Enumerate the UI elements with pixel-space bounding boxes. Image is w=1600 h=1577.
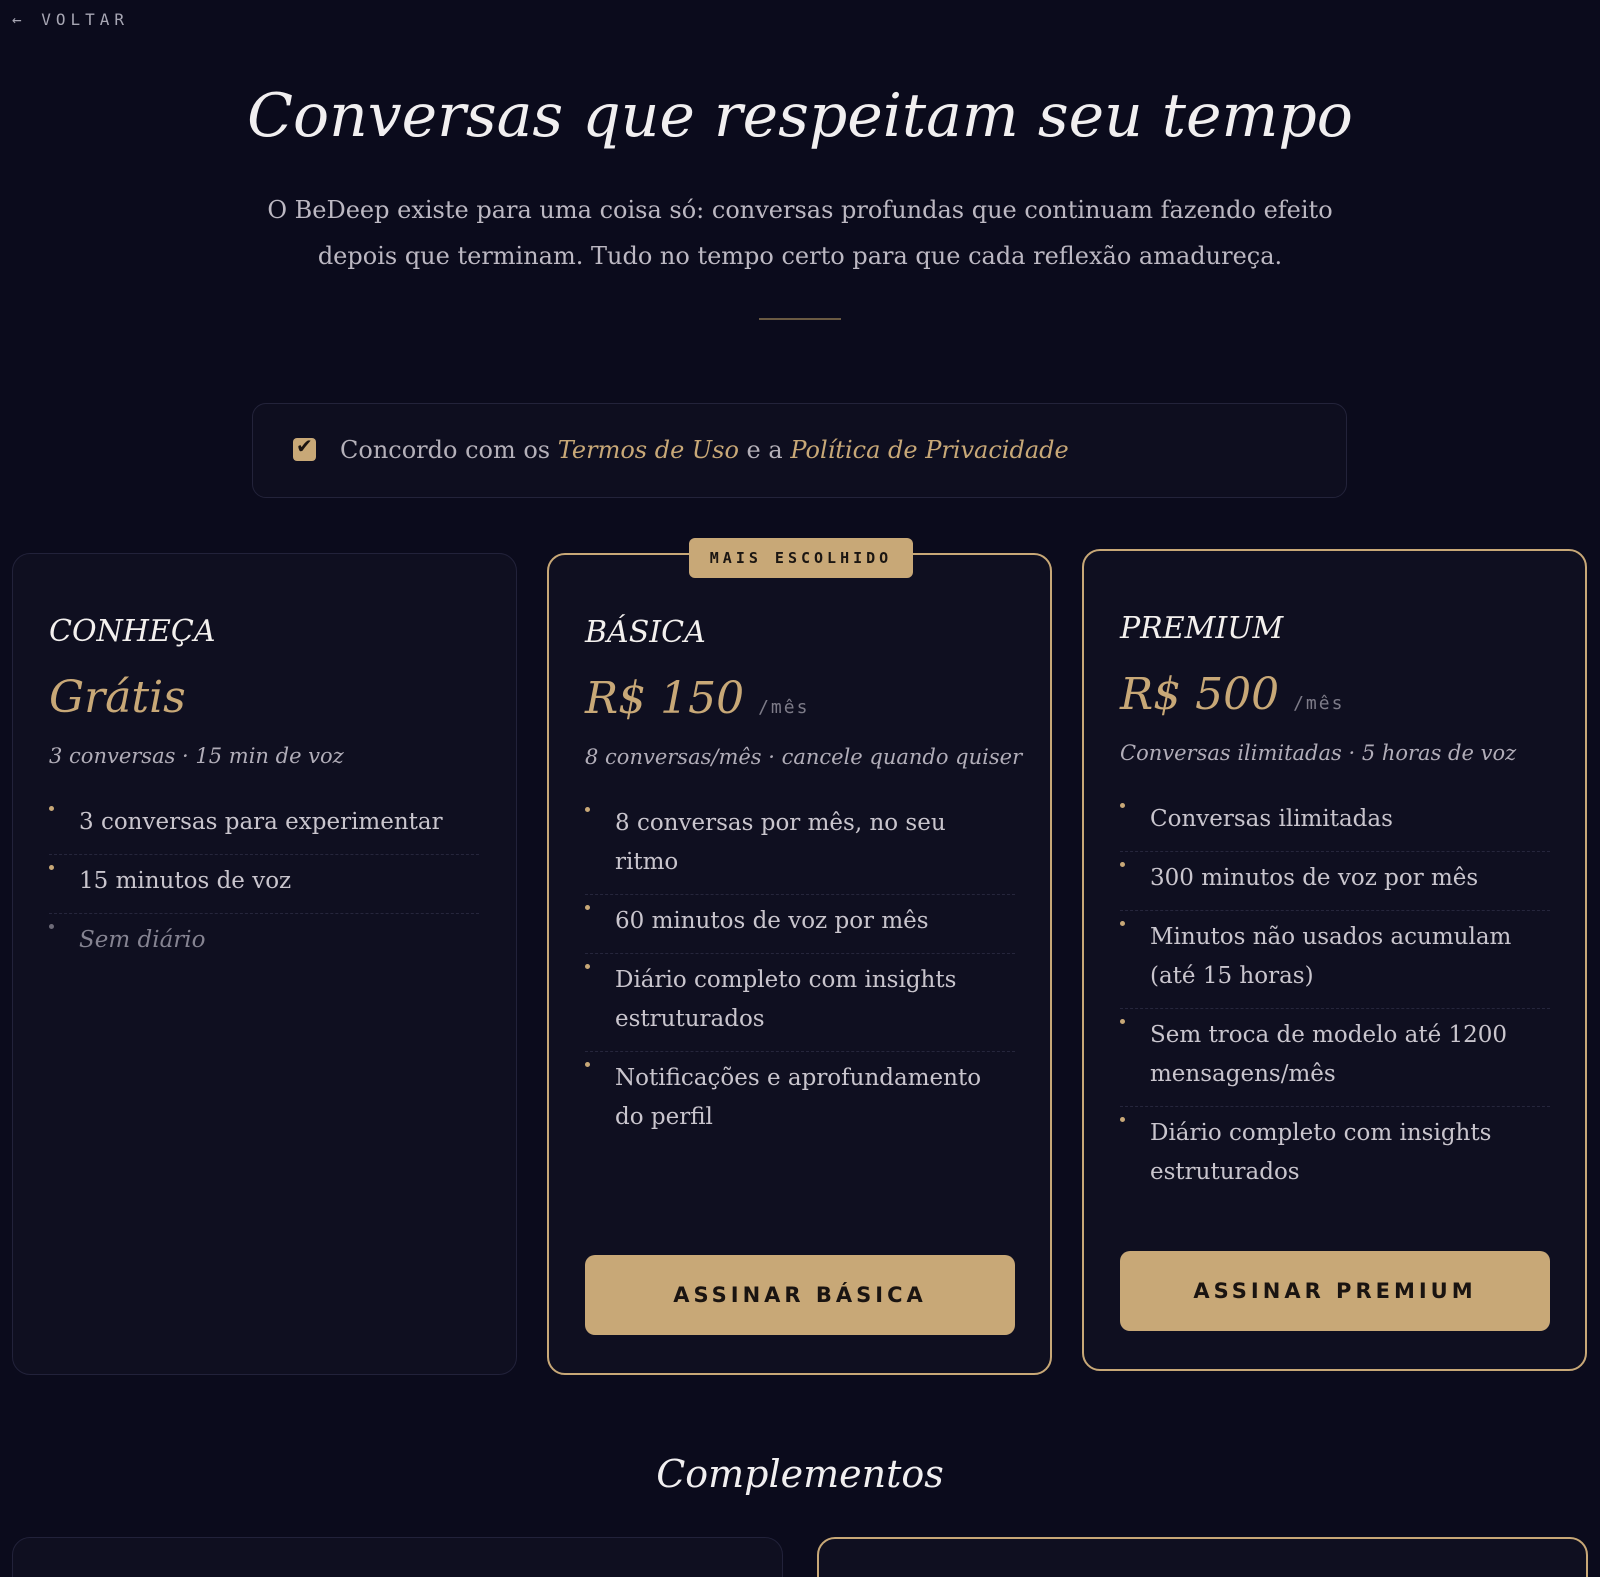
bullet-icon (49, 806, 54, 811)
plan-price: R$ 150 (585, 673, 745, 724)
bullet-icon (1120, 1117, 1125, 1122)
privacy-policy-link[interactable]: Política de Privacidade (790, 436, 1068, 464)
plan-period: /mês (758, 697, 810, 718)
addon-card (12, 1537, 783, 1577)
feature-text: Conversas ilimitadas (1150, 806, 1393, 832)
plan-price-row: R$ 500/mês (1120, 663, 1344, 727)
feature-list: Conversas ilimitadas 300 minutos de voz … (1120, 793, 1550, 1204)
feature-item: Notificações e aprofundamento do perfil (585, 1052, 1015, 1149)
bullet-icon (49, 865, 54, 870)
plan-card-basic: MAIS ESCOLHIDO BÁSICA R$ 150/mês 8 conve… (547, 538, 1052, 1375)
most-chosen-badge: MAIS ESCOLHIDO (689, 538, 913, 578)
feature-text: 60 minutos de voz por mês (615, 908, 929, 934)
title-divider (759, 318, 841, 320)
feature-item: 60 minutos de voz por mês (585, 895, 1015, 954)
feature-list: 8 conversas por mês, no seu ritmo 60 min… (585, 797, 1015, 1149)
terms-of-use-link[interactable]: Termos de Uso (558, 436, 739, 464)
terms-checkbox[interactable]: ✔ (293, 434, 316, 461)
feature-text: Notificações e aprofundamento do perfil (615, 1065, 982, 1130)
back-link[interactable]: ← VOLTAR (12, 10, 129, 29)
feature-text: 3 conversas para experimentar (79, 809, 443, 835)
bullet-icon (585, 905, 590, 910)
terms-label: Concordo com os Termos de Uso e a Políti… (340, 430, 1069, 470)
bullet-icon (1120, 921, 1125, 926)
plan-price: Grátis (49, 672, 186, 723)
plan-name: BÁSICA (585, 615, 706, 650)
plan-period: /mês (1293, 693, 1345, 714)
feature-item: Conversas ilimitadas (1120, 793, 1550, 852)
feature-item: 15 minutos de voz (49, 855, 479, 914)
feature-item: Diário completo com insights estruturado… (585, 954, 1015, 1052)
addon-card-highlighted (817, 1537, 1588, 1577)
bullet-icon (585, 1062, 590, 1067)
checkmark-icon: ✔ (296, 434, 313, 458)
page-title: Conversas que respeitam seu tempo (247, 81, 1353, 151)
feature-text: Sem diário (79, 927, 206, 953)
bullet-icon (1120, 862, 1125, 867)
bullet-icon (1120, 1019, 1125, 1024)
feature-text: Diário completo com insights estruturado… (615, 967, 957, 1032)
bullet-icon (585, 964, 590, 969)
feature-item: Sem troca de modelo até 1200 mensagens/m… (1120, 1009, 1550, 1107)
page-subtitle: O BeDeep existe para uma coisa só: conve… (267, 196, 1333, 270)
plan-card-free: CONHEÇA Grátis 3 conversas · 15 min de v… (12, 553, 517, 1375)
bullet-icon (585, 807, 590, 812)
feature-item: 300 minutos de voz por mês (1120, 852, 1550, 911)
plan-name: CONHEÇA (49, 614, 216, 649)
feature-item: Sem diário (49, 914, 479, 972)
plan-summary: 8 conversas/mês · cancele quando quiser (585, 745, 1023, 769)
feature-text: Minutos não usados acumulam (até 15 hora… (1150, 924, 1512, 989)
terms-connector: e a (738, 436, 791, 464)
terms-agreement-box: ✔ Concordo com os Termos de Uso e a Polí… (252, 403, 1347, 498)
feature-text: 8 conversas por mês, no seu ritmo (615, 810, 946, 875)
feature-text: Diário completo com insights estruturado… (1150, 1120, 1492, 1185)
plan-summary: Conversas ilimitadas · 5 horas de voz (1120, 741, 1517, 765)
plan-price: R$ 500 (1120, 669, 1280, 720)
plan-card-premium: PREMIUM R$ 500/mês Conversas ilimitadas … (1082, 549, 1587, 1371)
subscribe-basic-button[interactable]: ASSINAR BÁSICA (585, 1255, 1015, 1335)
subscribe-premium-button[interactable]: ASSINAR PREMIUM (1120, 1251, 1550, 1331)
terms-prefix: Concordo com os (340, 436, 558, 464)
feature-item: 8 conversas por mês, no seu ritmo (585, 797, 1015, 895)
plan-price-row: R$ 150/mês (585, 667, 809, 731)
bullet-icon (1120, 803, 1125, 808)
feature-item: Minutos não usados acumulam (até 15 hora… (1120, 911, 1550, 1009)
addons-section-title: Complementos (656, 1452, 944, 1496)
feature-text: 300 minutos de voz por mês (1150, 865, 1479, 891)
plan-name: PREMIUM (1120, 611, 1284, 646)
plan-summary: 3 conversas · 15 min de voz (49, 744, 344, 768)
bullet-icon (49, 924, 54, 929)
feature-item: Diário completo com insights estruturado… (1120, 1107, 1550, 1204)
feature-text: 15 minutos de voz (79, 868, 292, 894)
feature-text: Sem troca de modelo até 1200 mensagens/m… (1150, 1022, 1508, 1087)
feature-item: 3 conversas para experimentar (49, 796, 479, 855)
plan-price-row: Grátis (49, 666, 186, 730)
feature-list: 3 conversas para experimentar 15 minutos… (49, 796, 479, 972)
